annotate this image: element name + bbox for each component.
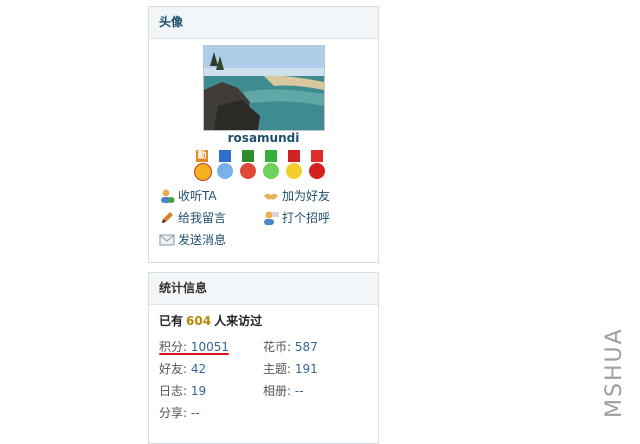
stat-coins-value[interactable]: 587 <box>295 340 318 354</box>
watermark-text: MSHUA <box>602 327 627 418</box>
stat-friends-label: 好友: <box>159 362 188 376</box>
panel-title-stats: 统计信息 <box>149 273 378 305</box>
stat-blogs-value[interactable]: 19 <box>191 384 206 398</box>
wreath-medal-icon[interactable] <box>239 150 257 186</box>
stat-blogs-label: 日志: <box>159 384 188 398</box>
username[interactable]: rosamundi <box>149 131 378 145</box>
stat-albums-value[interactable]: -- <box>295 384 304 398</box>
stat-coins-label: 花币: <box>263 340 292 354</box>
stat-albums-label: 相册: <box>263 384 292 398</box>
send-message-label: 发送消息 <box>178 233 227 247</box>
stat-friends-value[interactable]: 42 <box>191 362 206 376</box>
stat-blogs: 日志: 19 <box>159 382 206 399</box>
panel-title-avatar: 头像 <box>149 7 378 39</box>
red-underline-annotation <box>159 353 229 355</box>
follow-icon <box>161 189 175 203</box>
handshake-icon <box>264 193 278 200</box>
follow-label: 收听TA <box>178 189 217 203</box>
stats-panel: 统计信息 已有 604 人来访过 积分: 10051 花币: 587 好友: 42 … <box>148 272 379 444</box>
face-medal-icon[interactable] <box>216 150 234 186</box>
greet-icon <box>264 211 279 225</box>
add-friend-label: 加为好友 <box>282 189 331 203</box>
visit-count: 已有 604 人来访过 <box>159 312 262 329</box>
lantern-medal-icon[interactable] <box>308 150 326 186</box>
greet-label: 打个招呼 <box>282 211 331 225</box>
pencil-icon <box>162 212 173 223</box>
leave-message-label: 给我留言 <box>178 211 227 225</box>
star-medal-icon[interactable] <box>285 150 303 186</box>
avatar-panel: 头像 rosamundi 勤 收听TA 加为好友 给我留言 打个招呼 发送消息 <box>148 6 379 263</box>
stat-threads: 主题: 191 <box>263 360 318 377</box>
avatar[interactable] <box>203 45 325 131</box>
stat-albums: 相册: -- <box>263 382 304 399</box>
stat-shares: 分享: -- <box>159 404 200 421</box>
visits-number: 604 <box>186 314 212 328</box>
stat-coins: 花币: 587 <box>263 338 318 355</box>
medal-label: 勤 <box>197 151 207 161</box>
diligence-medal-icon[interactable]: 勤 <box>193 150 212 186</box>
visits-prefix: 已有 <box>159 314 184 328</box>
stat-points-value[interactable]: 10051 <box>191 340 229 354</box>
envelope-icon <box>159 234 175 246</box>
stat-points-label: 积分: <box>159 340 188 354</box>
stat-shares-value[interactable]: -- <box>191 406 200 420</box>
leaf-medal-icon[interactable] <box>262 150 280 186</box>
stat-friends: 好友: 42 <box>159 360 206 377</box>
visits-suffix: 人来访过 <box>214 314 263 328</box>
stat-shares-label: 分享: <box>159 406 188 420</box>
stat-threads-value[interactable]: 191 <box>295 362 318 376</box>
stat-threads-label: 主题: <box>263 362 292 376</box>
